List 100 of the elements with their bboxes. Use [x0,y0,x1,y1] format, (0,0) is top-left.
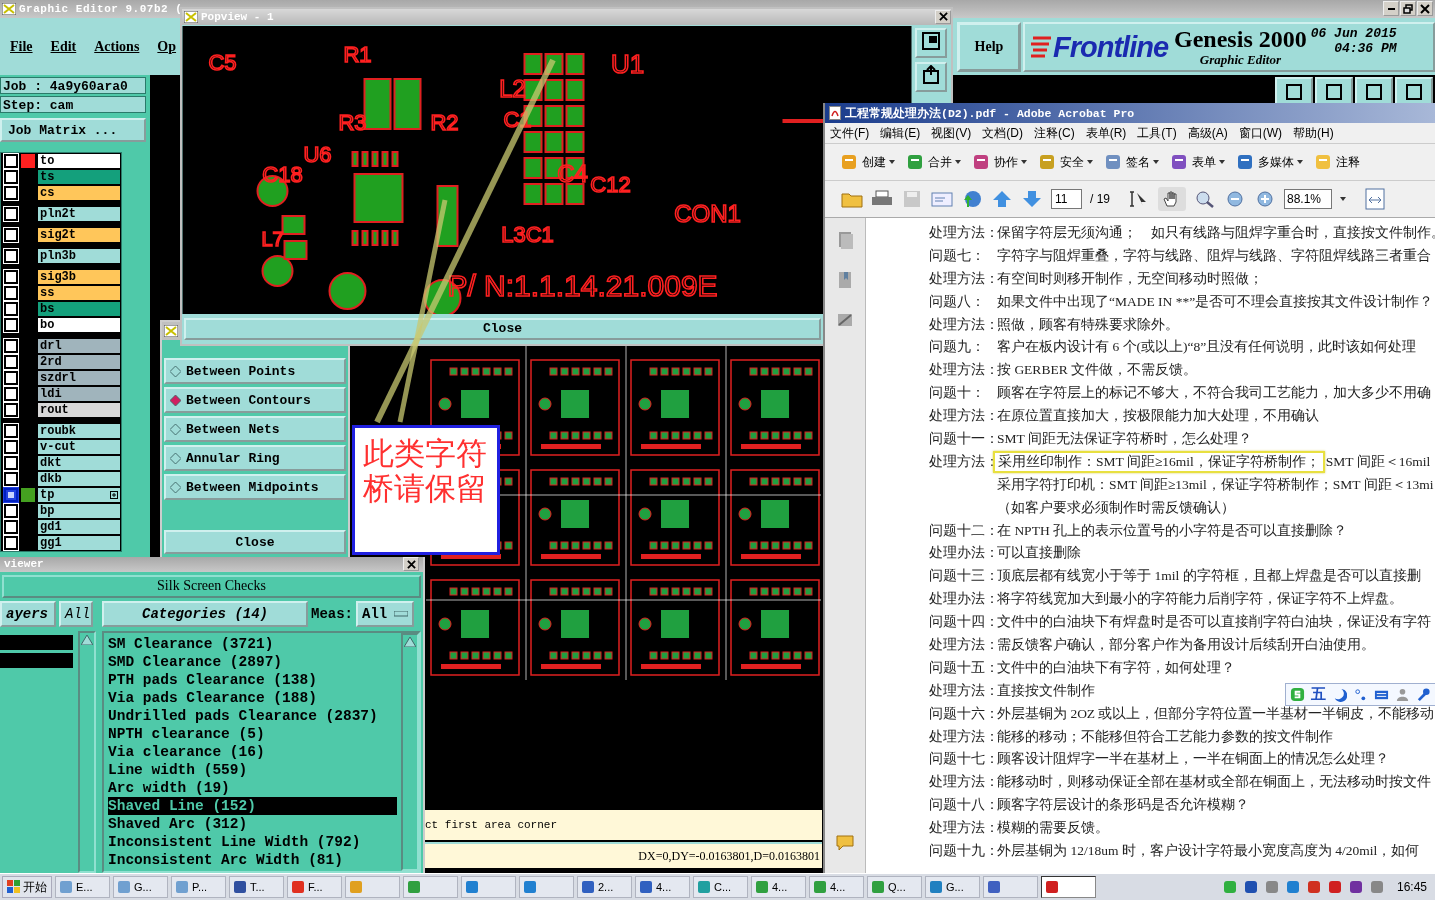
toolbar-button[interactable]: 签名 [1101,152,1161,172]
checkbox[interactable] [4,472,18,486]
toolbar-button[interactable]: 多媒体 [1233,152,1305,172]
layer-name[interactable]: rout [38,403,120,417]
checkbox[interactable] [4,318,18,332]
layer-name[interactable]: bs [38,302,120,316]
category-item[interactable]: Shaved Arc (312) [108,815,397,833]
layer-name[interactable]: to [38,154,120,168]
checkbox[interactable] [4,302,18,316]
layer-name[interactable]: 2rd [38,355,120,369]
tray-icon[interactable] [1264,880,1279,894]
layer-name[interactable]: dkt [38,456,120,470]
layer-name[interactable]: drl [38,339,120,353]
close-button[interactable]: Close [184,317,821,340]
tray-icon[interactable] [1306,880,1321,894]
layers-button[interactable]: ayers [0,601,56,627]
checkbox[interactable] [4,339,18,353]
checkbox[interactable] [4,207,18,221]
toolbar-button[interactable]: 表单 [1167,152,1227,172]
punctuation-icon[interactable] [1353,687,1368,702]
wrench-icon[interactable] [1416,687,1431,702]
checkbox[interactable] [4,355,18,369]
layer-name[interactable]: bp [38,504,120,518]
taskbar-button[interactable]: 4... [809,876,864,898]
menu-item[interactable]: Actions [94,38,140,55]
globe-icon[interactable] [961,190,983,208]
checkbox[interactable] [4,504,18,518]
toolbar-button[interactable]: 创建 [837,152,897,172]
checkbox[interactable] [4,154,18,168]
checkbox[interactable] [4,520,18,534]
checkbox[interactable] [4,387,18,401]
category-item[interactable]: Shaved Line (152) [108,797,397,815]
checkbox[interactable] [4,440,18,454]
menu-item[interactable]: 高级(A) [1187,124,1228,142]
layer-name[interactable]: ss [38,286,120,300]
taskbar-button[interactable]: C... [693,876,748,898]
meas-dropdown[interactable]: All [356,601,414,627]
close-button[interactable]: Close [164,530,346,554]
menu-item[interactable]: Edit [50,38,77,55]
layer-name[interactable]: gg1 [38,536,120,550]
layer-name[interactable]: szdrl [38,371,120,385]
category-item[interactable]: Via pads Clearance (188) [108,689,397,707]
scrollbar[interactable] [401,633,419,871]
measure-option[interactable]: Between Points [164,358,346,384]
category-item[interactable]: Arc width (19) [108,779,397,797]
taskbar-button[interactable]: 2... [577,876,632,898]
up-arrow-icon[interactable] [991,190,1013,208]
user-icon[interactable] [1395,687,1410,702]
job-matrix-button[interactable]: Job Matrix ... [0,118,146,142]
close-button[interactable] [935,9,951,24]
tray-icon[interactable] [1243,880,1258,894]
layer-name[interactable]: roubk [38,424,120,438]
home-button[interactable] [915,61,947,92]
tray-icon[interactable] [1369,880,1384,894]
zoom-icon[interactable] [1194,190,1216,208]
up-arrow-icon[interactable] [81,635,93,645]
category-item[interactable]: SMD Clearance (2897) [108,653,397,671]
category-item[interactable]: Undrilled pads Clearance (2837) [108,707,397,725]
category-item[interactable]: Inconsistent Line Width (792) [108,833,397,851]
page-field[interactable]: 11 [1051,189,1082,209]
taskbar-button[interactable]: E... [55,876,110,898]
checkbox[interactable] [4,424,18,438]
taskbar-button[interactable]: G... [113,876,168,898]
layer-name[interactable]: sig2t [38,228,120,242]
restore-button[interactable] [1400,1,1416,16]
categories-button[interactable]: Categories (14) [102,601,308,627]
zoom-in-icon[interactable] [1254,190,1276,208]
toolbar-button[interactable]: 合并 [903,152,963,172]
checkbox[interactable] [4,228,18,242]
s-logo-icon[interactable] [1290,687,1305,702]
measure-option[interactable]: Between Nets [164,416,346,442]
measure-option[interactable]: Between Contours [164,387,346,413]
toolbar-button[interactable]: 安全 [1035,152,1095,172]
checkbox[interactable] [4,270,18,284]
taskbar-button[interactable]: Q... [867,876,922,898]
checkbox[interactable] [4,286,18,300]
layer-name[interactable]: gd1 [38,520,120,534]
down-arrow-icon[interactable] [1021,190,1043,208]
layer-name[interactable]: v-cut [38,440,120,454]
zoom-field[interactable]: 88.1% [1284,189,1332,209]
taskbar-button[interactable]: 4... [751,876,806,898]
checkbox[interactable] [4,536,18,550]
close-button[interactable] [403,557,419,572]
menu-item[interactable]: 窗口(W) [1238,124,1282,142]
layer-name[interactable]: dkb [38,472,120,486]
checkbox[interactable] [4,488,18,502]
taskbar-button[interactable]: P... [171,876,226,898]
menu-item[interactable]: File [10,38,33,55]
tray-icon[interactable] [1348,880,1363,894]
checkbox[interactable] [4,170,18,184]
layer-name[interactable]: ts [38,170,120,184]
menu-item[interactable]: 注释(C) [1034,124,1075,142]
layer-name[interactable]: ldi [38,387,120,401]
layer-name[interactable]: tp [38,488,120,502]
start-button[interactable]: 开始 [2,876,52,898]
checkbox[interactable] [4,371,18,385]
tray-icon[interactable] [1285,880,1300,894]
layer-name[interactable]: bo [38,318,120,332]
input-mode-text[interactable]: 五 [1311,685,1326,704]
zoom-window-button[interactable] [915,27,947,58]
